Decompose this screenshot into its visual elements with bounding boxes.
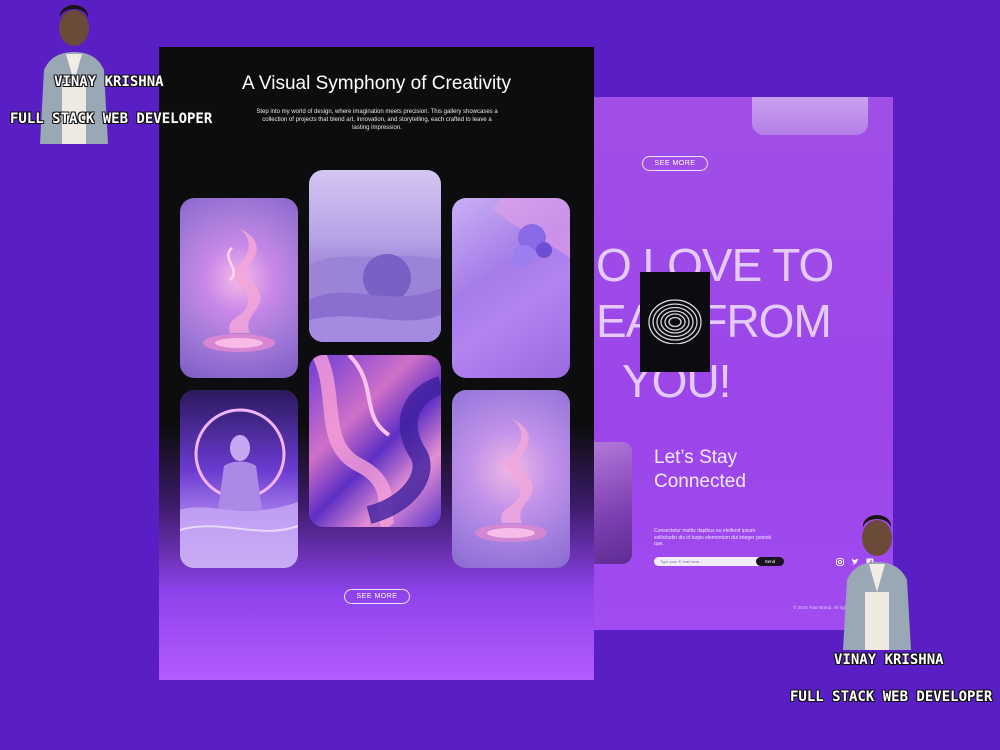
splash-sculpture-icon	[203, 228, 275, 352]
gallery-card-abstract-waves[interactable]	[309, 355, 441, 527]
gallery-card-floating-orbs[interactable]	[452, 198, 570, 378]
headline-line-2: EAR FROM	[596, 295, 832, 347]
gallery-thumbnail[interactable]	[752, 97, 868, 135]
page-title: A Visual Symphony of Creativity	[242, 73, 511, 94]
headline-line-1: O LOVE TO	[596, 239, 834, 291]
splash-sculpture-icon	[475, 418, 547, 542]
email-field[interactable]	[654, 557, 764, 566]
see-more-button[interactable]: SEE MORE	[344, 589, 410, 604]
newsletter-description: Consectetur mattis dapibus eu eleifend i…	[654, 528, 772, 547]
floating-orbs-icon	[492, 198, 570, 267]
send-button[interactable]: Send	[756, 557, 784, 566]
gallery-card-neon-figure[interactable]	[180, 390, 298, 568]
newsletter-heading: Let’s Stay Connected	[654, 447, 746, 492]
contact-photo	[594, 442, 632, 564]
badge-role: FULL STACK WEB DEVELOPER	[790, 689, 993, 705]
sphere-dunes-icon	[309, 254, 441, 342]
gallery-card-splash-sculpture-2[interactable]	[452, 390, 570, 568]
gallery-card-splash-sculpture[interactable]	[180, 198, 298, 378]
badge-name: VINAY KRISHNA	[54, 74, 164, 90]
neon-ring-icon	[180, 408, 298, 568]
gallery-card-abstract-sphere[interactable]	[309, 170, 441, 342]
see-more-button-secondary[interactable]: SEE MORE	[642, 156, 708, 171]
avatar	[835, 512, 919, 650]
spiral-icon	[640, 272, 710, 372]
badge-name: VINAY KRISHNA	[834, 652, 944, 668]
abstract-waves-icon	[312, 355, 441, 527]
badge-role: FULL STACK WEB DEVELOPER	[10, 111, 213, 127]
spiral-artwork-thumbnail[interactable]	[640, 272, 710, 372]
page-description: Step into my world of design, where imag…	[256, 109, 498, 131]
